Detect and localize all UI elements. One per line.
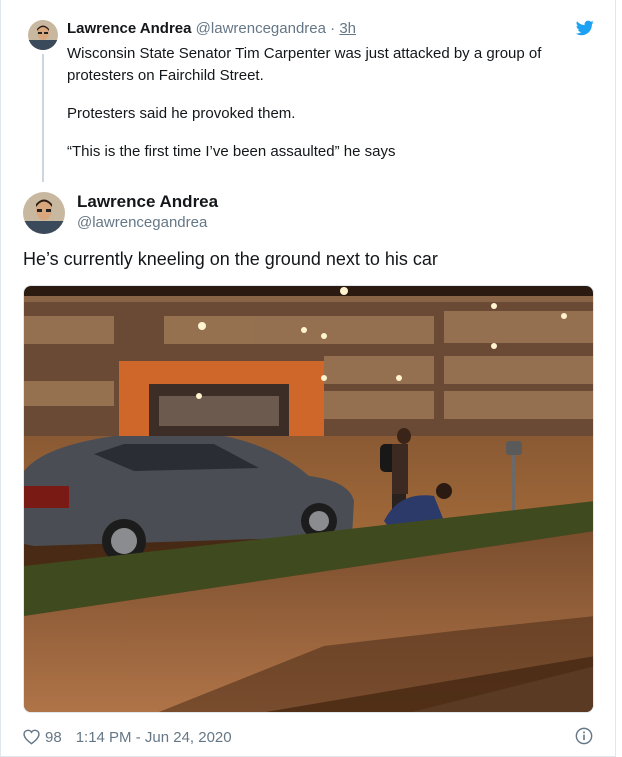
parent-author-name[interactable]: Lawrence Andrea (67, 20, 192, 37)
parent-author-handle[interactable]: @lawrencegandrea (196, 20, 326, 37)
parent-timestamp[interactable]: 3h (339, 20, 356, 37)
author-name[interactable]: Lawrence Andrea (77, 192, 218, 212)
like-count[interactable]: 98 (45, 729, 62, 746)
author-handle[interactable]: @lawrencegandrea (77, 214, 207, 231)
thread-line (42, 54, 44, 182)
parent-tweet-text: Wisconsin State Senator Tim Carpenter wa… (67, 43, 587, 179)
parent-separator: · (330, 20, 336, 37)
parent-paragraph: Wisconsin State Senator Tim Carpenter wa… (67, 45, 542, 84)
tweet-footer: 98 1:14 PM - Jun 24, 2020 (23, 727, 232, 747)
twitter-bird-icon[interactable] (576, 20, 594, 36)
info-icon[interactable] (575, 727, 593, 745)
author-avatar[interactable] (23, 192, 65, 234)
tweet-photo[interactable] (23, 285, 594, 713)
heart-icon[interactable] (23, 729, 40, 745)
parent-paragraph: Protesters said he provoked them. (67, 105, 296, 122)
tweet-card: Lawrence Andrea @lawrencegandrea · 3h Wi… (0, 0, 616, 757)
parent-paragraph: “This is the first time I’ve been assaul… (67, 143, 396, 160)
parent-avatar[interactable] (28, 20, 58, 50)
tweet-text: He’s currently kneeling on the ground ne… (23, 249, 438, 269)
parent-header: Lawrence Andrea @lawrencegandrea · 3h (67, 19, 356, 39)
tweet-timestamp[interactable]: 1:14 PM - Jun 24, 2020 (76, 729, 232, 746)
